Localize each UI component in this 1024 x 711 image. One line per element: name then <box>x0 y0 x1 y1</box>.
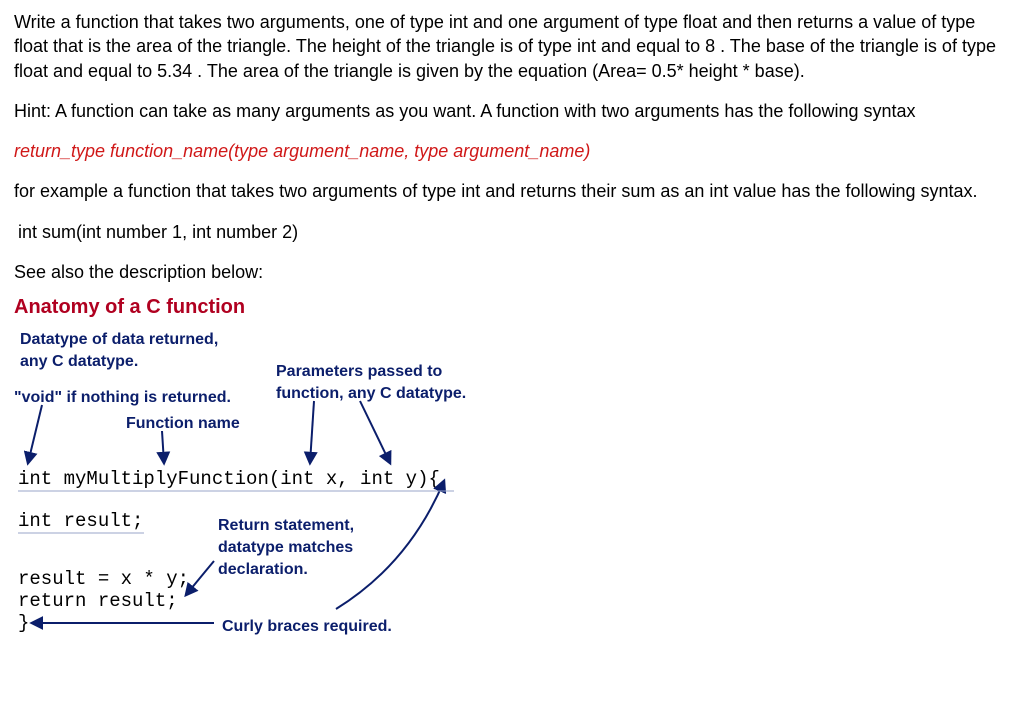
code-closebrace: } <box>18 611 29 637</box>
example-intro: for example a function that takes two ar… <box>14 179 1010 203</box>
label-function-name: Function name <box>126 413 240 435</box>
anatomy-title: Anatomy of a C function <box>14 294 1010 321</box>
code-signature: int myMultiplyFunction(int x, int y){ <box>18 467 440 493</box>
see-also: See also the description below: <box>14 260 1010 284</box>
label-parameters: Parameters passed to function, any C dat… <box>276 361 466 404</box>
code-return: return result; <box>18 589 178 615</box>
label-void: "void" if nothing is returned. <box>14 387 231 409</box>
anatomy-diagram: Datatype of data returned, any C datatyp… <box>14 329 994 649</box>
code-declare: int result; <box>18 509 143 535</box>
syntax-template: return_type function_name(type argument_… <box>14 139 1010 163</box>
problem-statement: Write a function that takes two argument… <box>14 10 1010 83</box>
label-curly: Curly braces required. <box>222 616 392 638</box>
hint-intro: Hint: A function can take as many argume… <box>14 99 1010 123</box>
label-datatype: Datatype of data returned, any C datatyp… <box>20 329 218 372</box>
label-return: Return statement, datatype matches decla… <box>218 515 354 580</box>
example-syntax: int sum(int number 1, int number 2) <box>14 220 1010 244</box>
